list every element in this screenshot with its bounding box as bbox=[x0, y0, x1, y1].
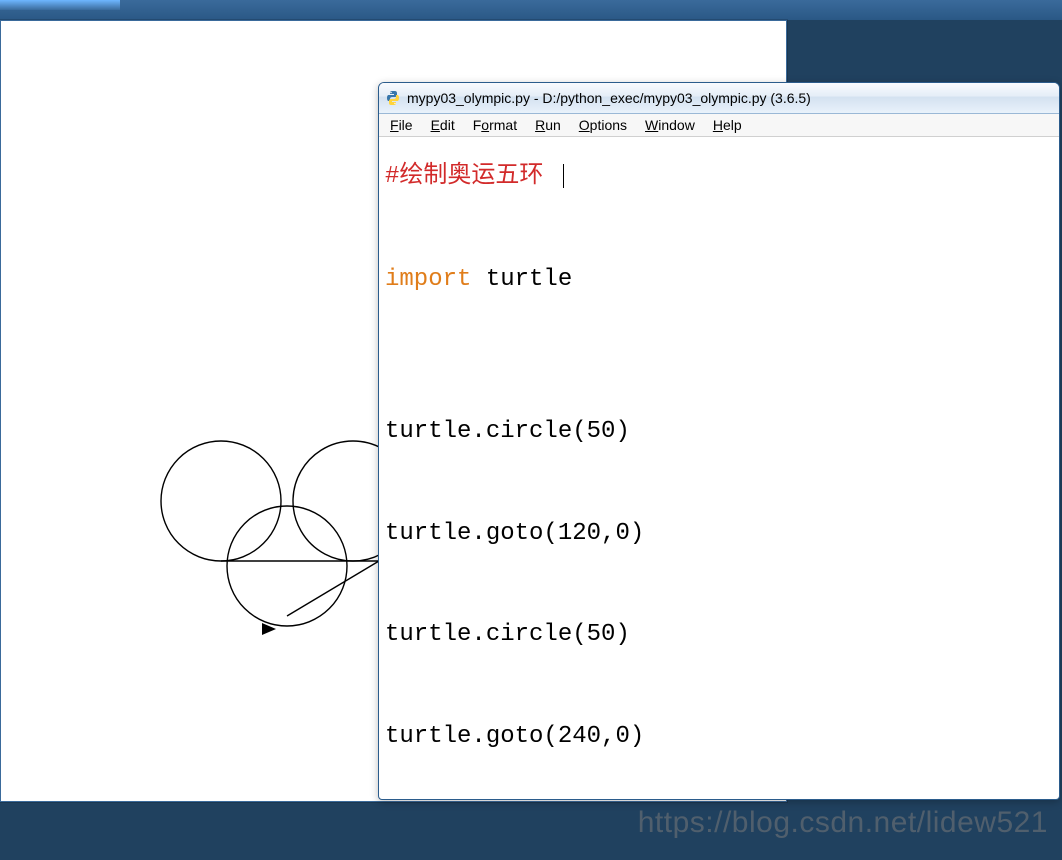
code-comment: #绘制奥运五环 bbox=[385, 163, 543, 190]
desktop-titlebar-strip bbox=[0, 0, 1062, 20]
editor-title: mypy03_olympic.py - D:/python_exec/mypy0… bbox=[407, 90, 811, 106]
menu-options[interactable]: Options bbox=[570, 116, 636, 134]
code-line-4: turtle.goto(240,0) bbox=[385, 724, 1053, 749]
menu-help[interactable]: Help bbox=[704, 116, 751, 134]
code-import-mod: turtle bbox=[471, 266, 572, 293]
menu-window[interactable]: Window bbox=[636, 116, 704, 134]
watermark: https://blog.csdn.net/lidew521 bbox=[638, 806, 1048, 840]
desktop-accent bbox=[0, 0, 120, 10]
menubar: File Edit Format Run Options Window Help bbox=[379, 114, 1059, 137]
editor-window[interactable]: mypy03_olympic.py - D:/python_exec/mypy0… bbox=[378, 82, 1060, 800]
text-cursor bbox=[563, 164, 564, 188]
code-import-kw: import bbox=[385, 266, 471, 293]
code-area[interactable]: #绘制奥运五环 import turtle turtle.circle(50) … bbox=[379, 137, 1059, 800]
menu-edit[interactable]: Edit bbox=[422, 116, 464, 134]
code-line-3: turtle.circle(50) bbox=[385, 622, 1053, 647]
python-icon bbox=[385, 90, 401, 106]
editor-titlebar[interactable]: mypy03_olympic.py - D:/python_exec/mypy0… bbox=[379, 83, 1059, 114]
menu-run[interactable]: Run bbox=[526, 116, 570, 134]
code-line-2: turtle.goto(120,0) bbox=[385, 521, 1053, 546]
desktop: mypy03_olympic.py - D:/python_exec/mypy0… bbox=[0, 0, 1062, 860]
menu-format[interactable]: Format bbox=[464, 116, 526, 134]
menu-file[interactable]: File bbox=[381, 116, 422, 134]
code-line-1: turtle.circle(50) bbox=[385, 419, 1053, 444]
